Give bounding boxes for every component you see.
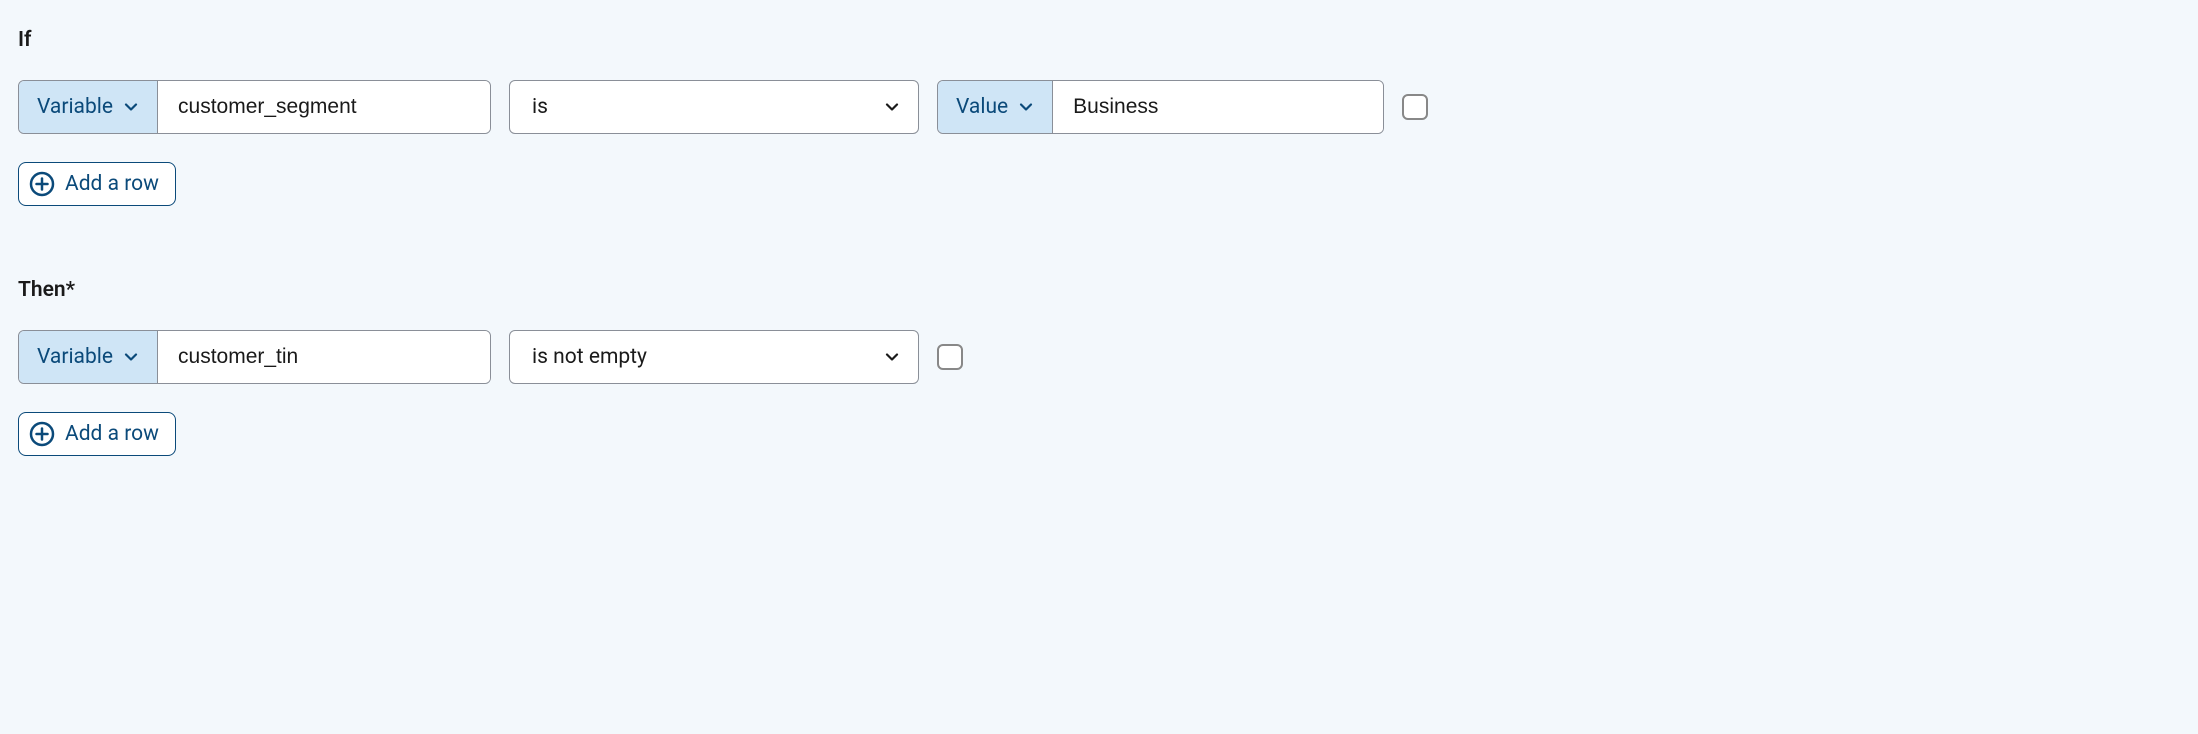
chevron-down-icon <box>884 349 900 365</box>
then-section-label: Then* <box>18 278 2180 302</box>
if-lhs-type-label: Variable <box>37 95 113 119</box>
then-lhs-type-label: Variable <box>37 345 113 369</box>
if-section-label: If <box>18 28 2180 52</box>
if-operator-select[interactable]: is <box>509 80 919 134</box>
if-rhs-value-input[interactable] <box>1053 81 1383 133</box>
if-rhs-combo: Value <box>937 80 1384 134</box>
if-row-checkbox[interactable] <box>1402 94 1428 120</box>
then-operator-select[interactable]: is not empty <box>509 330 919 384</box>
if-lhs-combo: Variable <box>18 80 491 134</box>
chevron-down-icon <box>123 99 139 115</box>
then-add-row-label: Add a row <box>65 422 159 446</box>
chevron-down-icon <box>123 349 139 365</box>
if-rhs-type-label: Value <box>956 95 1008 119</box>
if-rhs-type-dropdown[interactable]: Value <box>938 81 1053 133</box>
plus-circle-icon <box>29 421 55 447</box>
then-lhs-type-dropdown[interactable]: Variable <box>19 331 158 383</box>
if-lhs-value-input[interactable] <box>158 81 490 133</box>
then-lhs-value-input[interactable] <box>158 331 490 383</box>
chevron-down-icon <box>1018 99 1034 115</box>
if-add-row-button[interactable]: Add a row <box>18 162 176 206</box>
then-add-row-button[interactable]: Add a row <box>18 412 176 456</box>
then-rule-row: Variable is not empty <box>18 330 2180 384</box>
if-lhs-type-dropdown[interactable]: Variable <box>19 81 158 133</box>
if-rule-row: Variable is Value <box>18 80 2180 134</box>
if-operator-label: is <box>532 95 548 119</box>
then-operator-label: is not empty <box>532 345 647 369</box>
then-row-checkbox[interactable] <box>937 344 963 370</box>
chevron-down-icon <box>884 99 900 115</box>
plus-circle-icon <box>29 171 55 197</box>
if-add-row-label: Add a row <box>65 172 159 196</box>
then-lhs-combo: Variable <box>18 330 491 384</box>
